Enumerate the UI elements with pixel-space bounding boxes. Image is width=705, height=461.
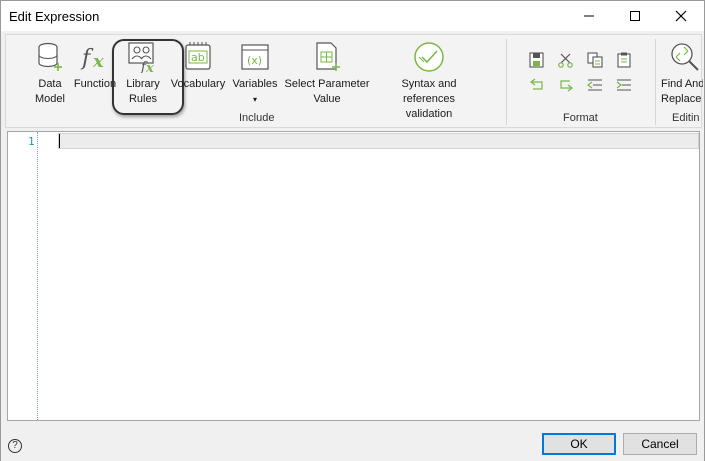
save-icon[interactable]	[528, 52, 546, 68]
ribbon-separator	[506, 39, 507, 125]
variables-x-icon: (x)	[241, 44, 269, 70]
svg-text:f: f	[80, 46, 94, 71]
outdent-icon[interactable]	[586, 77, 604, 93]
include-group-label: Include	[239, 112, 275, 124]
dialog-footer: ? OK Cancel	[1, 425, 704, 461]
magnifier-icon	[671, 43, 699, 71]
vocabulary-ab-icon: ab	[185, 42, 211, 70]
svg-text:x: x	[92, 51, 104, 72]
cancel-button[interactable]: Cancel	[623, 433, 697, 455]
close-button[interactable]	[658, 1, 704, 31]
database-add-icon	[38, 42, 62, 71]
select-parameter-value-button[interactable]: Select Parameter Value	[284, 41, 370, 107]
vocabulary-label: Vocabulary	[170, 78, 226, 90]
ribbon-separator	[655, 39, 656, 125]
validation-check-icon	[414, 42, 444, 72]
minimize-icon	[584, 15, 594, 17]
window-title: Edit Expression	[9, 9, 100, 24]
ok-button[interactable]: OK	[542, 433, 616, 455]
copy-icon[interactable]	[586, 52, 604, 68]
variables-dropdown-arrow: ▾	[252, 95, 257, 104]
expression-editor[interactable]: 1	[7, 131, 700, 421]
editing-group-label: Editin	[672, 112, 700, 124]
edit-expression-dialog: Edit Expression Data Model f x Function …	[0, 0, 705, 461]
cut-icon[interactable]	[557, 52, 575, 68]
minimize-button[interactable]	[566, 1, 612, 31]
format-group-label: Format	[563, 112, 598, 124]
undo-icon[interactable]	[528, 77, 546, 93]
current-line-highlight	[58, 133, 699, 149]
syntax-validation-button[interactable]: Syntax and references validation	[374, 41, 484, 122]
svg-text:ab: ab	[191, 51, 205, 64]
variables-label: Variables ▾	[232, 78, 278, 104]
function-button[interactable]: f x Function	[73, 41, 117, 92]
paste-icon[interactable]	[615, 52, 633, 68]
line-number: 1	[28, 135, 35, 148]
redo-icon[interactable]	[557, 77, 575, 93]
help-icon[interactable]: ?	[8, 439, 22, 453]
svg-text:(x): (x)	[247, 54, 262, 67]
function-label: Function	[73, 78, 117, 90]
data-model-button[interactable]: Data Model	[30, 41, 70, 107]
maximize-icon	[630, 11, 640, 21]
maximize-button[interactable]	[612, 1, 658, 31]
parameter-table-icon	[316, 42, 340, 71]
title-bar: Edit Expression	[1, 1, 704, 31]
syntax-validation-label: Syntax and references validation	[401, 78, 457, 120]
variables-button[interactable]: (x) Variables ▾	[230, 41, 280, 107]
function-fx-icon: f x	[80, 46, 104, 72]
close-icon	[675, 10, 687, 22]
find-and-replace-button[interactable]: Find And Replace	[658, 41, 703, 107]
line-number-gutter: 1	[8, 132, 38, 420]
ribbon-toolbar: Data Model f x Function x f Library Rules	[5, 34, 703, 128]
data-model-label: Data Model	[35, 78, 65, 105]
vocabulary-button[interactable]: ab Vocabulary	[169, 41, 227, 92]
text-caret	[59, 134, 60, 148]
find-and-replace-label: Find And Replace	[661, 78, 703, 105]
select-parameter-value-label: Select Parameter Value	[284, 78, 370, 105]
indent-icon[interactable]	[615, 77, 633, 93]
